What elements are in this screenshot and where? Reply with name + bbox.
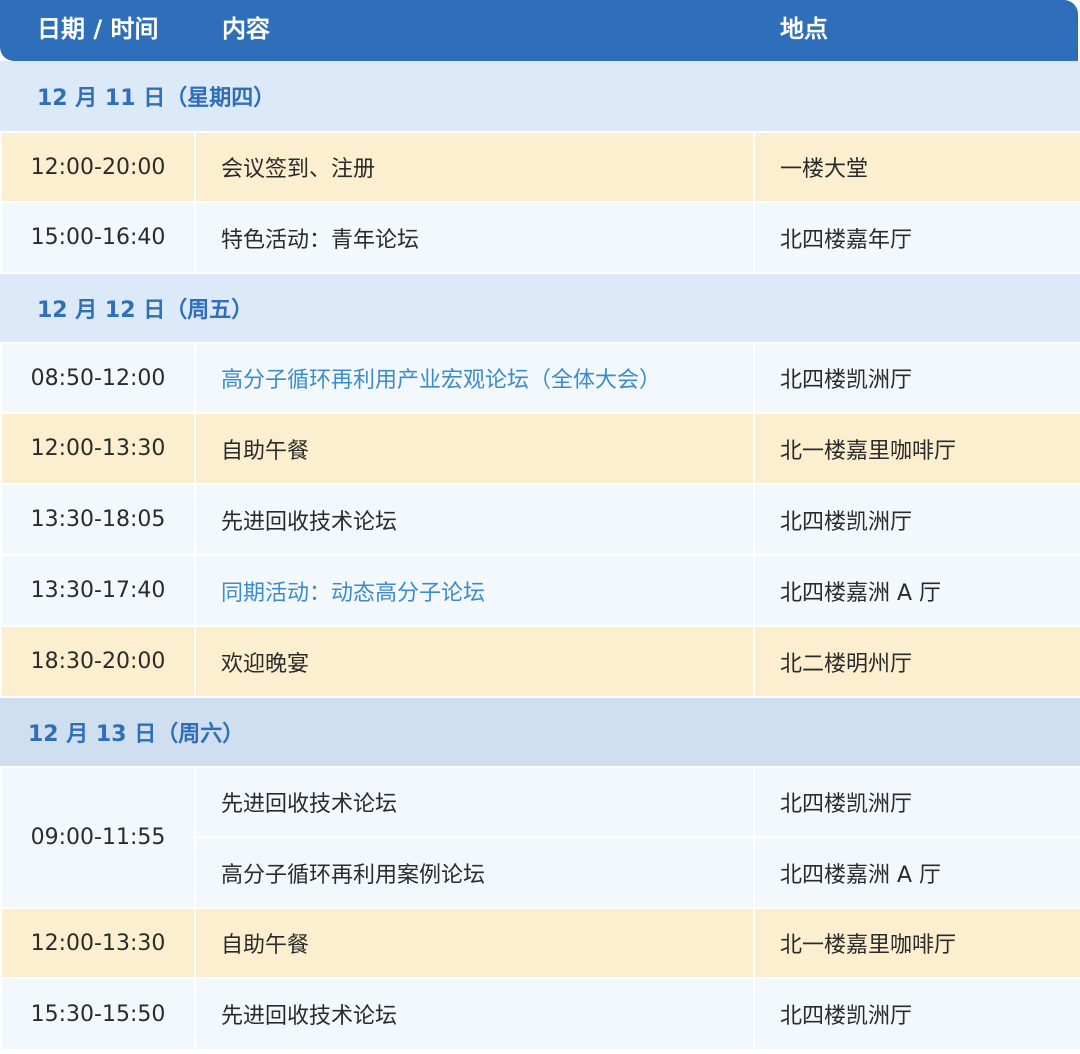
location-cell: 北四楼嘉洲 A 厅 [755,838,1080,907]
table-row: 12:00-13:30 自助午餐 北一楼嘉里咖啡厅 [0,414,1080,483]
location-cell: 北四楼凯洲厅 [755,344,1080,412]
table-row: 高分子循环再利用案例论坛 北四楼嘉洲 A 厅 [0,838,1080,907]
content-cell: 特色活动：青年论坛 [196,203,753,272]
content-cell: 自助午餐 [196,414,753,483]
time-cell: 08:50-12:00 [2,344,194,412]
location-cell: 一楼大堂 [755,133,1080,201]
content-cell: 欢迎晚宴 [196,627,753,696]
table-row: 15:30-15:50 先进回收技术论坛 北四楼凯洲厅 [0,979,1080,1049]
date-row-dec-11: 12 月 11 日（星期四） [0,61,1080,131]
time-cell: 13:30-17:40 [2,556,194,625]
location-cell: 北一楼嘉里咖啡厅 [755,414,1080,483]
table-row: 18:30-20:00 欢迎晚宴 北二楼明州厅 [0,627,1080,696]
location-cell: 北四楼凯洲厅 [755,485,1080,554]
header-date-time: 日期 / 时间 [37,15,159,43]
time-cell: 15:30-15:50 [2,979,194,1049]
table-row: 先进回收技术论坛 北四楼凯洲厅 [0,768,1080,836]
location-cell: 北一楼嘉里咖啡厅 [755,909,1080,977]
content-cell: 会议签到、注册 [196,133,753,201]
table-header: 日期 / 时间 内容 地点 [0,0,1078,61]
location-cell: 北二楼明州厅 [755,627,1080,696]
time-cell: 18:30-20:00 [2,627,194,696]
content-cell: 先进回收技术论坛 [196,485,753,554]
content-cell: 高分子循环再利用案例论坛 [196,838,753,907]
table-row: 08:50-12:00 高分子循环再利用产业宏观论坛（全体大会） 北四楼凯洲厅 [0,344,1080,412]
date-label: 12 月 12 日（周五） [37,298,254,323]
time-cell: 15:00-16:40 [2,203,194,272]
table-row: 12:00-20:00 会议签到、注册 一楼大堂 [0,133,1080,201]
date-row-dec-12: 12 月 12 日（周五） [0,274,1080,342]
location-cell: 北四楼凯洲厅 [755,768,1080,836]
date-label: 12 月 13 日（周六） [28,722,245,747]
location-cell: 北四楼嘉年厅 [755,203,1080,272]
time-cell: 12:00-13:30 [2,909,194,977]
content-cell: 自助午餐 [196,909,753,977]
content-cell: 先进回收技术论坛 [196,979,753,1049]
date-label: 12 月 11 日（星期四） [37,86,276,111]
location-cell: 北四楼嘉洲 A 厅 [755,556,1080,625]
content-cell-link[interactable]: 同期活动：动态高分子论坛 [196,556,753,625]
table-row: 13:30-17:40 同期活动：动态高分子论坛 北四楼嘉洲 A 厅 [0,556,1080,625]
table-row: 12:00-13:30 自助午餐 北一楼嘉里咖啡厅 [0,909,1080,977]
date-row-dec-13: 12 月 13 日（周六） [0,698,1080,766]
time-cell: 12:00-13:30 [2,414,194,483]
table-row: 13:30-18:05 先进回收技术论坛 北四楼凯洲厅 [0,485,1080,554]
schedule-table: 日期 / 时间 内容 地点 12 月 11 日（星期四） 12:00-20:00… [0,0,1080,1054]
time-cell: 12:00-20:00 [2,133,194,201]
content-cell-link[interactable]: 高分子循环再利用产业宏观论坛（全体大会） [196,344,753,412]
header-location: 地点 [780,15,828,43]
header-content: 内容 [222,15,270,43]
location-cell: 北四楼凯洲厅 [755,979,1080,1049]
content-cell: 先进回收技术论坛 [196,768,753,836]
table-row: 15:00-16:40 特色活动：青年论坛 北四楼嘉年厅 [0,203,1080,272]
time-cell: 13:30-18:05 [2,485,194,554]
